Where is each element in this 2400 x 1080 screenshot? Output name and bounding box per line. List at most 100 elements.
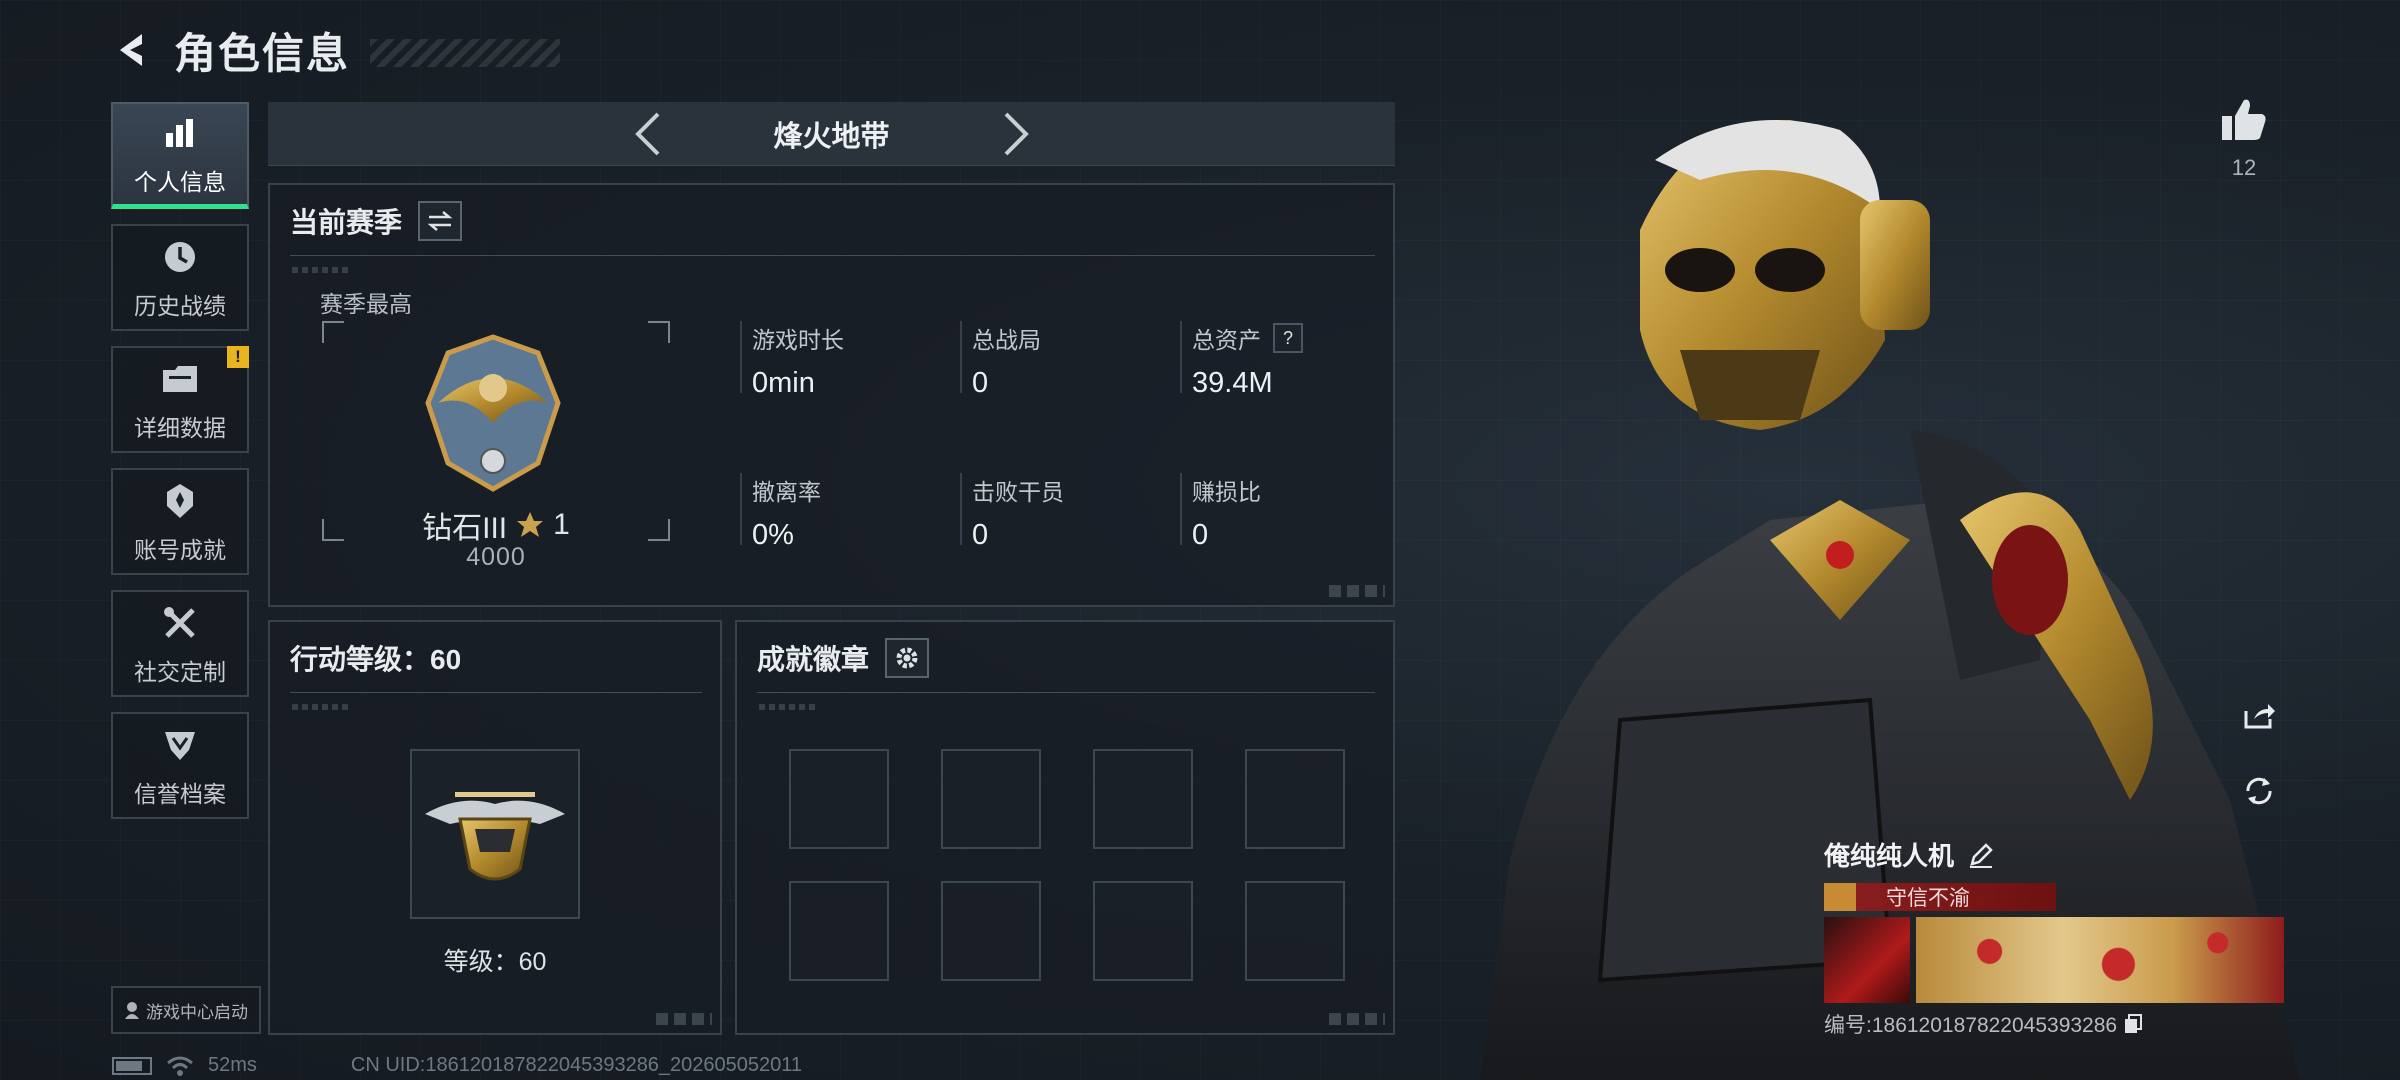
page-header: 角色信息 <box>110 22 561 78</box>
back-arrow-icon <box>120 34 142 66</box>
share-button[interactable] <box>2233 692 2285 740</box>
edit-name-button[interactable] <box>1968 842 1994 868</box>
bar-chart-icon <box>158 111 202 155</box>
achievement-icon <box>158 479 202 523</box>
launch-label: 游戏中心启动 <box>146 1002 248 1022</box>
zone-prev-button[interactable] <box>627 109 667 159</box>
sidebar-item-label: 信誉档案 <box>134 780 226 807</box>
badge-slot[interactable] <box>1245 881 1345 981</box>
sidebar: 个人信息 历史战绩 ! 详细数据 账号成就 社交定制 信誉档案 <box>111 102 249 834</box>
sidebar-item-history[interactable]: 历史战绩 <box>111 224 249 331</box>
stat-play-time: 游戏时长 0min <box>740 321 960 399</box>
stat-label: 总资产 <box>1192 327 1261 353</box>
like-count: 12 <box>2231 155 2257 180</box>
divider <box>290 255 1375 256</box>
player-id-row: 编号:18612018782204539328​6 <box>1824 1009 2284 1039</box>
stat-value: 0 <box>972 519 989 551</box>
page-title: 角色信息 <box>174 29 351 77</box>
star-icon <box>517 512 544 537</box>
sidebar-item-reputation[interactable]: 信誉档案 <box>111 712 249 819</box>
rotate-model-button[interactable] <box>2233 767 2285 815</box>
user-icon <box>125 1002 139 1019</box>
stat-label-row: 总资产 ? <box>1192 321 1380 355</box>
sidebar-item-personal-info[interactable]: 个人信息 <box>111 102 249 209</box>
current-season-panel: 当前赛季 赛季最高 钻石III 1 4000 游戏时长 0min 总战局 0 总… <box>268 183 1395 607</box>
stat-total-assets: 总资产 ? 39.4M <box>1180 321 1380 399</box>
banner-row <box>1824 917 2284 1003</box>
badge-slot[interactable] <box>1093 881 1193 981</box>
zone-next-button[interactable] <box>997 109 1037 159</box>
decoration-lines <box>292 267 352 273</box>
rank-name-row: 钻石III 1 <box>270 503 722 547</box>
back-button[interactable] <box>110 26 158 74</box>
badge-settings-button[interactable] <box>885 638 930 678</box>
level-emblem-frame <box>410 749 580 919</box>
player-id: 编号:18612018782204539328​6 <box>1824 1014 2118 1037</box>
battery-icon <box>112 1056 152 1075</box>
gear-icon <box>896 647 918 669</box>
badge-slot[interactable] <box>789 881 889 981</box>
stat-label: 总战局 <box>972 327 1041 353</box>
decoration-marks <box>1329 1013 1385 1025</box>
ping-text: 52ms <box>208 1054 257 1076</box>
pencil-icon <box>1970 842 1993 868</box>
stat-label: 击败干员 <box>972 479 1064 505</box>
badge-grid <box>789 749 1345 981</box>
decoration-lines <box>759 704 819 710</box>
decoration-lines <box>292 704 352 710</box>
swap-icon <box>427 211 453 231</box>
stat-label: 赚损比 <box>1192 479 1261 505</box>
sidebar-item-achievements[interactable]: 账号成就 <box>111 468 249 575</box>
sidebar-item-detail-data[interactable]: ! 详细数据 <box>111 346 249 453</box>
badge-slot[interactable] <box>941 881 1041 981</box>
stat-value: 0 <box>1192 519 1209 551</box>
badge-slot[interactable] <box>1245 749 1345 849</box>
player-name-row: 俺纯纯人机 <box>1824 836 2284 873</box>
decoration-marks <box>656 1013 712 1025</box>
stat-profit-ratio: 赚损比 0 <box>1180 473 1380 551</box>
copy-icon <box>2125 1014 2143 1033</box>
rank-stars: 1 <box>553 508 570 541</box>
thumbs-up-icon <box>2222 99 2266 140</box>
name-card-banner[interactable] <box>1916 917 2284 1003</box>
player-title: 守信不渝 <box>1886 887 1970 910</box>
helicopter-emblem-icon <box>425 792 565 881</box>
stat-value: 39.4M <box>1192 367 1273 399</box>
help-button[interactable]: ? <box>1273 323 1303 353</box>
rank-name: 钻石III <box>422 512 508 545</box>
stat-operators-defeated: 击败干员 0 <box>960 473 1180 551</box>
tools-icon <box>158 601 202 645</box>
stat-label: 撤离率 <box>752 479 821 505</box>
switch-season-button[interactable] <box>418 201 463 241</box>
avatar[interactable] <box>1824 917 1910 1003</box>
chevron-left-icon <box>634 112 659 155</box>
copy-id-button[interactable] <box>2123 1013 2143 1035</box>
player-card: 俺纯纯人机 守信不渝 编号:18612018782204539328​6 <box>1824 836 2284 1039</box>
decoration-marks <box>1329 585 1385 597</box>
stat-total-matches: 总战局 0 <box>960 321 1180 399</box>
badge-slot[interactable] <box>1093 749 1193 849</box>
badge-slot[interactable] <box>789 749 889 849</box>
badges-title: 成就徽章 <box>757 644 870 675</box>
sidebar-item-label: 社交定制 <box>134 658 226 685</box>
achievement-badges-panel: 成就徽章 <box>735 620 1395 1035</box>
alert-badge: ! <box>227 346 249 368</box>
stat-extraction-rate: 撤离率 0% <box>740 473 960 551</box>
badge-slot[interactable] <box>941 749 1041 849</box>
divider <box>290 692 702 693</box>
status-bar: 52ms CN UID:18612018782204539328​6_20260… <box>112 1054 802 1077</box>
refresh-icon <box>2246 777 2272 805</box>
rank-score: 4000 <box>466 543 526 571</box>
stat-value: 0min <box>752 367 815 399</box>
action-level-title: 行动等级：60 <box>290 644 462 675</box>
action-level-panel: 行动等级：60 等级：60 <box>268 620 722 1035</box>
game-center-launch-button[interactable]: 游戏中心启动 <box>111 986 261 1034</box>
like-button[interactable]: 12 <box>2214 96 2274 181</box>
sidebar-item-social[interactable]: 社交定制 <box>111 590 249 697</box>
sidebar-item-label: 账号成就 <box>134 536 226 563</box>
diamond-rank-emblem-icon <box>425 334 561 492</box>
sidebar-item-label: 历史战绩 <box>134 292 226 319</box>
shield-icon <box>158 723 202 767</box>
player-name: 俺纯纯人机 <box>1824 841 1955 871</box>
wifi-icon <box>167 1056 193 1076</box>
